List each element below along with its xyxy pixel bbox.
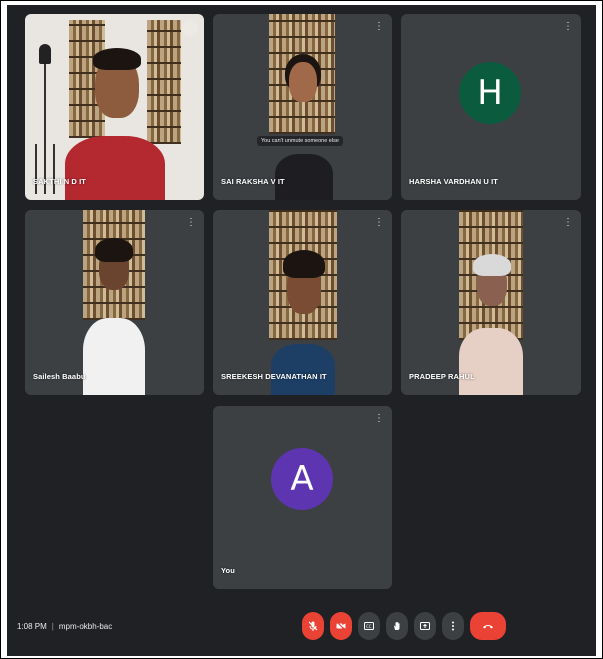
svg-text:CC: CC [366, 624, 372, 629]
mic-off-icon [308, 621, 318, 631]
more-icon[interactable]: ⋮ [186, 218, 196, 228]
mute-indicator-icon [182, 20, 198, 36]
raise-hand-icon [394, 622, 400, 630]
present-button[interactable] [414, 612, 436, 640]
end-call-icon [483, 625, 493, 629]
toast-message: You can't unmute someone else [257, 136, 343, 146]
captions-button[interactable]: CC [358, 612, 380, 640]
participant-video-hair [95, 238, 133, 262]
participant-tile[interactable]: ⋮ PRADEEP RAHUL [401, 210, 581, 395]
participant-name: SREEKESH DEVANATHAN IT [221, 372, 327, 381]
screenshot-frame: SAKTHI N D IT You can't unmute someone e… [0, 0, 603, 659]
camera-off-icon [336, 621, 346, 631]
meeting-code: mpm-okbh-bac [58, 622, 113, 631]
participant-video-face [289, 62, 317, 102]
participant-video-hair [93, 48, 141, 70]
more-icon[interactable]: ⋮ [563, 22, 573, 32]
bookshelf [147, 20, 181, 144]
participant-video-hair [283, 250, 325, 278]
participant-video-body [83, 318, 145, 395]
camera-toggle-button[interactable] [330, 612, 352, 640]
participant-tile[interactable]: ⋮ Sailesh Baabu [25, 210, 204, 395]
participant-tile[interactable]: H ⋮ HARSHA VARDHAN U IT [401, 14, 581, 200]
self-avatar: A [271, 448, 333, 510]
more-options-button[interactable] [442, 612, 464, 640]
more-icon[interactable]: ⋮ [374, 218, 384, 228]
participant-name: PRADEEP RAHUL [409, 372, 475, 381]
participant-video-body [65, 136, 165, 200]
mic-toggle-button[interactable] [302, 612, 324, 640]
present-icon [420, 622, 430, 630]
more-icon[interactable]: ⋮ [374, 22, 384, 32]
participant-video-body [459, 328, 523, 395]
participant-avatar: H [459, 62, 521, 124]
participant-video-body [271, 344, 335, 395]
participant-name: SAKTHI N D IT [33, 177, 86, 186]
meeting-time: 1:08 PM [17, 622, 47, 631]
raise-hand-button[interactable] [386, 612, 408, 640]
captions-icon: CC [364, 622, 374, 630]
participant-name: SAI RAKSHA V IT [221, 177, 285, 186]
end-call-button[interactable] [470, 612, 506, 640]
meeting-window: SAKTHI N D IT You can't unmute someone e… [7, 5, 596, 656]
more-icon[interactable]: ⋮ [563, 218, 573, 228]
participant-tile[interactable]: You can't unmute someone else ⋮ SAI RAKS… [213, 14, 392, 200]
participant-name: HARSHA VARDHAN U IT [409, 177, 498, 186]
more-options-icon [452, 621, 454, 631]
participant-tile[interactable]: SAKTHI N D IT [25, 14, 204, 200]
meeting-details[interactable]: 1:08 PM | mpm-okbh-bac [17, 622, 112, 631]
participant-name: You [221, 566, 235, 575]
self-tile[interactable]: A ⋮ You [213, 406, 392, 589]
meeting-separator: | [51, 622, 54, 631]
more-icon[interactable]: ⋮ [374, 414, 384, 424]
participant-video-hair [473, 254, 511, 276]
floor-lamp [35, 44, 55, 194]
participant-name: Sailesh Baabu [33, 372, 86, 381]
participant-tile[interactable]: ⋮ SREEKESH DEVANATHAN IT [213, 210, 392, 395]
